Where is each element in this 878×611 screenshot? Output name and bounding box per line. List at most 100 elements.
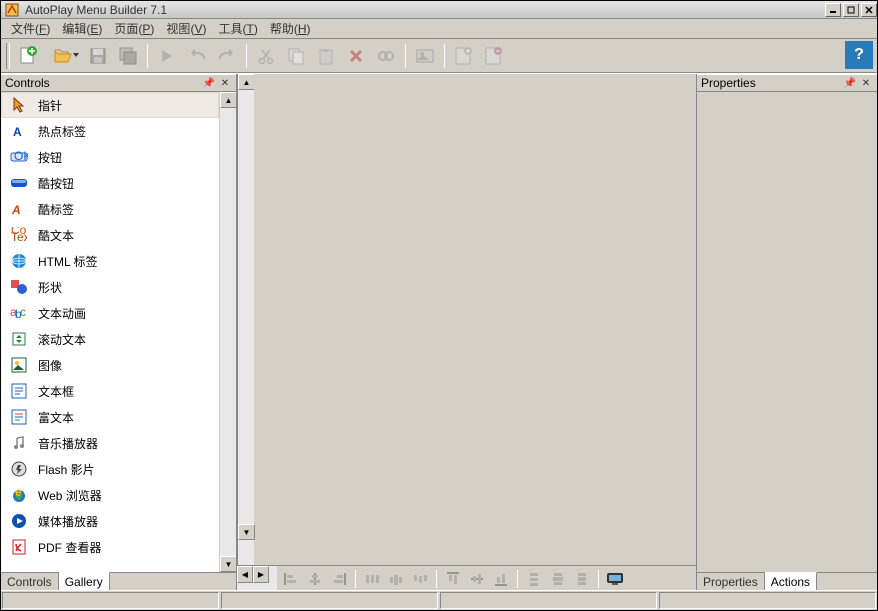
button-icon: OK bbox=[10, 148, 28, 166]
control-item-button[interactable]: OK按钮 bbox=[1, 144, 219, 170]
control-item-hotspot[interactable]: A 热点标签 bbox=[1, 118, 219, 144]
test-button[interactable] bbox=[604, 569, 626, 589]
distribute-bottom-button[interactable] bbox=[571, 569, 593, 589]
minimize-button[interactable] bbox=[825, 3, 841, 17]
tab-actions[interactable]: Actions bbox=[765, 572, 817, 590]
align-right-button[interactable] bbox=[328, 569, 350, 589]
image-tool-button[interactable] bbox=[411, 42, 439, 70]
control-label: PDF 查看器 bbox=[38, 539, 101, 556]
delete-button[interactable] bbox=[342, 42, 370, 70]
scroll-up-button[interactable]: ▲ bbox=[220, 92, 236, 108]
align-center-h-button[interactable] bbox=[304, 569, 326, 589]
remove-page-button[interactable] bbox=[480, 42, 508, 70]
control-label: 指针 bbox=[38, 97, 62, 114]
canvas-panel: ▲ ▼ ◀ ▶ bbox=[237, 74, 697, 590]
pin-icon[interactable]: 📌 bbox=[202, 76, 216, 90]
control-item-textbox[interactable]: 文本框 bbox=[1, 378, 219, 404]
textbox-icon bbox=[10, 382, 28, 400]
browser-icon: e bbox=[10, 486, 28, 504]
status-cell bbox=[221, 592, 438, 609]
menu-help[interactable]: 帮助(H) bbox=[264, 18, 317, 39]
control-item-textanim[interactable]: abc文本动画 bbox=[1, 300, 219, 326]
save-button[interactable] bbox=[84, 42, 112, 70]
align-bottom-button[interactable] bbox=[490, 569, 512, 589]
distribute-right-button[interactable] bbox=[409, 569, 431, 589]
scroll-down-button[interactable]: ▼ bbox=[238, 524, 255, 540]
cut-button[interactable] bbox=[252, 42, 280, 70]
alignment-toolbar bbox=[277, 566, 696, 590]
pin-icon[interactable]: 📌 bbox=[843, 76, 857, 90]
controls-list: 指针 A 热点标签 OK按钮酷按钮A酷标签CoolText酷文本 HTML 标签形状 ab… bbox=[1, 92, 236, 572]
close-icon[interactable]: ✕ bbox=[218, 76, 232, 90]
control-item-richtext[interactable]: 富文本 bbox=[1, 404, 219, 430]
control-item-browser[interactable]: eWeb 浏览器 bbox=[1, 482, 219, 508]
scroll-left-button[interactable]: ◀ bbox=[237, 566, 253, 583]
canvas-area: ▲ ▼ bbox=[237, 74, 696, 565]
menu-edit[interactable]: 编辑(E) bbox=[56, 18, 108, 39]
control-item-pointer[interactable]: 指针 bbox=[1, 92, 219, 118]
align-middle-button[interactable] bbox=[466, 569, 488, 589]
control-item-pdf[interactable]: PDF 查看器 bbox=[1, 534, 219, 560]
control-label: 媒体播放器 bbox=[38, 513, 98, 530]
controls-scrollbar[interactable]: ▲ ▼ bbox=[219, 92, 236, 572]
control-item-music[interactable]: 音乐播放器 bbox=[1, 430, 219, 456]
close-button[interactable] bbox=[861, 3, 877, 17]
flash-icon bbox=[10, 460, 28, 478]
maximize-button[interactable] bbox=[843, 3, 859, 17]
tab-properties[interactable]: Properties bbox=[697, 573, 765, 590]
control-item-scrolltext[interactable]: 滚动文本 bbox=[1, 326, 219, 352]
paste-button[interactable] bbox=[312, 42, 340, 70]
control-item-coolbutton[interactable]: 酷按钮 bbox=[1, 170, 219, 196]
control-item-media[interactable]: 媒体播放器 bbox=[1, 508, 219, 534]
control-item-flash[interactable]: Flash 影片 bbox=[1, 456, 219, 482]
help-button[interactable]: ? bbox=[845, 41, 873, 69]
svg-text:OK: OK bbox=[14, 150, 28, 163]
redo-button[interactable] bbox=[213, 42, 241, 70]
add-page-button[interactable] bbox=[450, 42, 478, 70]
control-item-coollabel[interactable]: A酷标签 bbox=[1, 196, 219, 222]
control-item-image[interactable]: 图像 bbox=[1, 352, 219, 378]
control-label: 形状 bbox=[38, 279, 62, 296]
copy-button[interactable] bbox=[282, 42, 310, 70]
control-label: 酷标签 bbox=[38, 201, 74, 218]
svg-text:A: A bbox=[13, 125, 22, 139]
play-button[interactable] bbox=[153, 42, 181, 70]
control-item-cooltext[interactable]: CoolText酷文本 bbox=[1, 222, 219, 248]
richtext-icon bbox=[10, 408, 28, 426]
canvas-hscroll[interactable]: ◀ ▶ bbox=[237, 566, 277, 590]
distribute-center-button[interactable] bbox=[385, 569, 407, 589]
repeat-button[interactable] bbox=[372, 42, 400, 70]
align-top-button[interactable] bbox=[442, 569, 464, 589]
save-as-button[interactable] bbox=[114, 42, 142, 70]
scroll-up-button[interactable]: ▲ bbox=[238, 74, 255, 90]
control-item-shape[interactable]: 形状 bbox=[1, 274, 219, 300]
control-label: 图像 bbox=[38, 357, 62, 374]
tab-gallery[interactable]: Gallery bbox=[59, 572, 110, 590]
canvas-vscroll[interactable]: ▲ ▼ bbox=[237, 74, 254, 565]
distribute-middle-button[interactable] bbox=[547, 569, 569, 589]
control-label: 富文本 bbox=[38, 409, 74, 426]
pdf-icon bbox=[10, 538, 28, 556]
statusbar bbox=[1, 590, 877, 610]
distribute-top-button[interactable] bbox=[523, 569, 545, 589]
control-item-htmllabel[interactable]: HTML 标签 bbox=[1, 248, 219, 274]
menu-view[interactable]: 视图(V) bbox=[160, 18, 212, 39]
tab-controls[interactable]: Controls bbox=[1, 573, 59, 590]
menu-file[interactable]: 文件(F) bbox=[5, 18, 56, 39]
menu-page[interactable]: 页面(P) bbox=[108, 18, 160, 39]
scroll-right-button[interactable]: ▶ bbox=[253, 566, 269, 583]
scrolltext-icon bbox=[10, 330, 28, 348]
open-button[interactable] bbox=[44, 42, 82, 70]
undo-button[interactable] bbox=[183, 42, 211, 70]
control-label: 热点标签 bbox=[38, 123, 86, 140]
menu-tools[interactable]: 工具(T) bbox=[212, 18, 263, 39]
align-left-button[interactable] bbox=[280, 569, 302, 589]
scroll-down-button[interactable]: ▼ bbox=[220, 556, 236, 572]
hotspot-icon: A bbox=[10, 122, 28, 140]
properties-body bbox=[697, 92, 877, 572]
close-icon[interactable]: ✕ bbox=[859, 76, 873, 90]
new-button[interactable] bbox=[14, 42, 42, 70]
control-label: HTML 标签 bbox=[38, 253, 98, 270]
canvas[interactable] bbox=[254, 74, 696, 565]
distribute-left-button[interactable] bbox=[361, 569, 383, 589]
